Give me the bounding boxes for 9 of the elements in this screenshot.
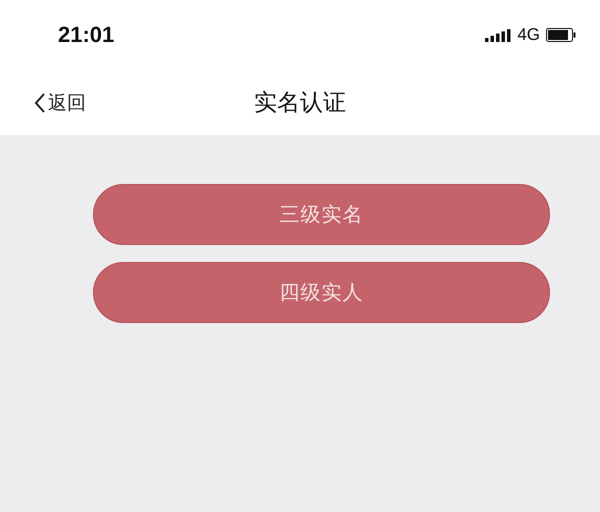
verification-button[interactable]: 三级实名 [93, 184, 550, 245]
network-label: 4G [517, 25, 540, 45]
signal-icon [485, 28, 512, 42]
verification-button[interactable]: 四级实人 [93, 262, 550, 323]
page-title: 实名认证 [254, 90, 346, 116]
back-button[interactable]: 返回 [0, 88, 92, 116]
back-icon [34, 92, 46, 114]
status-time: 21:01 [58, 22, 114, 48]
battery-icon [546, 28, 576, 42]
